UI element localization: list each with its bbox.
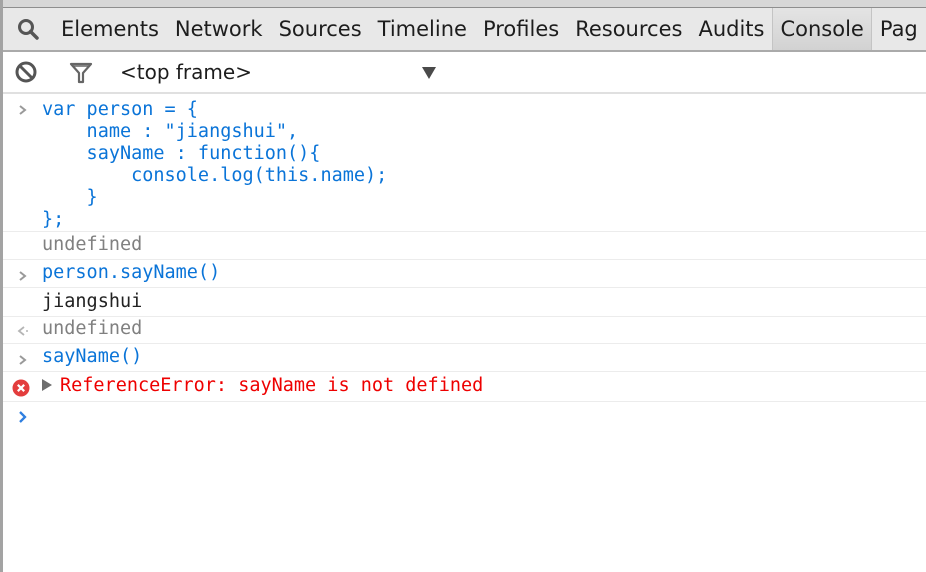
expand-triangle-icon[interactable] bbox=[42, 379, 52, 391]
result-text: undefined bbox=[42, 234, 143, 255]
console-error-message: ReferenceError: sayName is not defined bbox=[3, 372, 926, 402]
filter-icon[interactable] bbox=[69, 60, 93, 84]
tab-timeline[interactable]: Timeline bbox=[370, 8, 475, 50]
input-text: var person = { name : "jiangshui", sayNa… bbox=[42, 99, 388, 230]
console-result-message: undefined bbox=[3, 232, 926, 260]
tab-sources[interactable]: Sources bbox=[271, 8, 370, 50]
frame-selector[interactable]: <top frame> bbox=[120, 52, 252, 92]
tab-network[interactable]: Network bbox=[167, 8, 271, 50]
tab-page[interactable]: Pag bbox=[872, 8, 926, 50]
devtools-tab-bar: Elements Network Sources Timeline Profil… bbox=[3, 8, 926, 52]
error-icon bbox=[11, 377, 31, 399]
clear-console-icon[interactable] bbox=[14, 60, 38, 84]
console-input-message: sayName() bbox=[3, 344, 926, 372]
console-toolbar: <top frame> bbox=[3, 52, 926, 94]
input-chevron-icon bbox=[13, 99, 33, 121]
error-text: ReferenceError: sayName is not defined bbox=[60, 375, 484, 396]
console-input-message: person.sayName() bbox=[3, 260, 926, 288]
log-text: jiangshui bbox=[42, 291, 143, 312]
input-text: person.sayName() bbox=[42, 262, 221, 283]
input-chevron-icon bbox=[13, 349, 33, 371]
prompt-chevron-icon bbox=[13, 406, 33, 428]
console-result-message: undefined bbox=[3, 317, 926, 344]
window-top-strip bbox=[3, 0, 926, 8]
dropdown-arrow-icon[interactable] bbox=[422, 67, 436, 79]
console-prompt[interactable] bbox=[3, 402, 926, 423]
search-icon bbox=[18, 19, 39, 40]
console-input-message: var person = { name : "jiangshui", sayNa… bbox=[3, 94, 926, 232]
console-messages: var person = { name : "jiangshui", sayNa… bbox=[3, 94, 926, 423]
console-log-message: jiangshui bbox=[3, 288, 926, 317]
result-arrow-icon bbox=[13, 320, 33, 342]
search-button[interactable] bbox=[3, 8, 53, 50]
result-text: undefined bbox=[42, 318, 143, 339]
tab-profiles[interactable]: Profiles bbox=[475, 8, 567, 50]
input-chevron-icon bbox=[13, 265, 33, 287]
input-text: sayName() bbox=[42, 346, 143, 367]
tab-console[interactable]: Console bbox=[772, 8, 872, 50]
tab-elements[interactable]: Elements bbox=[53, 8, 167, 50]
tab-audits[interactable]: Audits bbox=[690, 8, 772, 50]
tab-resources[interactable]: Resources bbox=[567, 8, 690, 50]
